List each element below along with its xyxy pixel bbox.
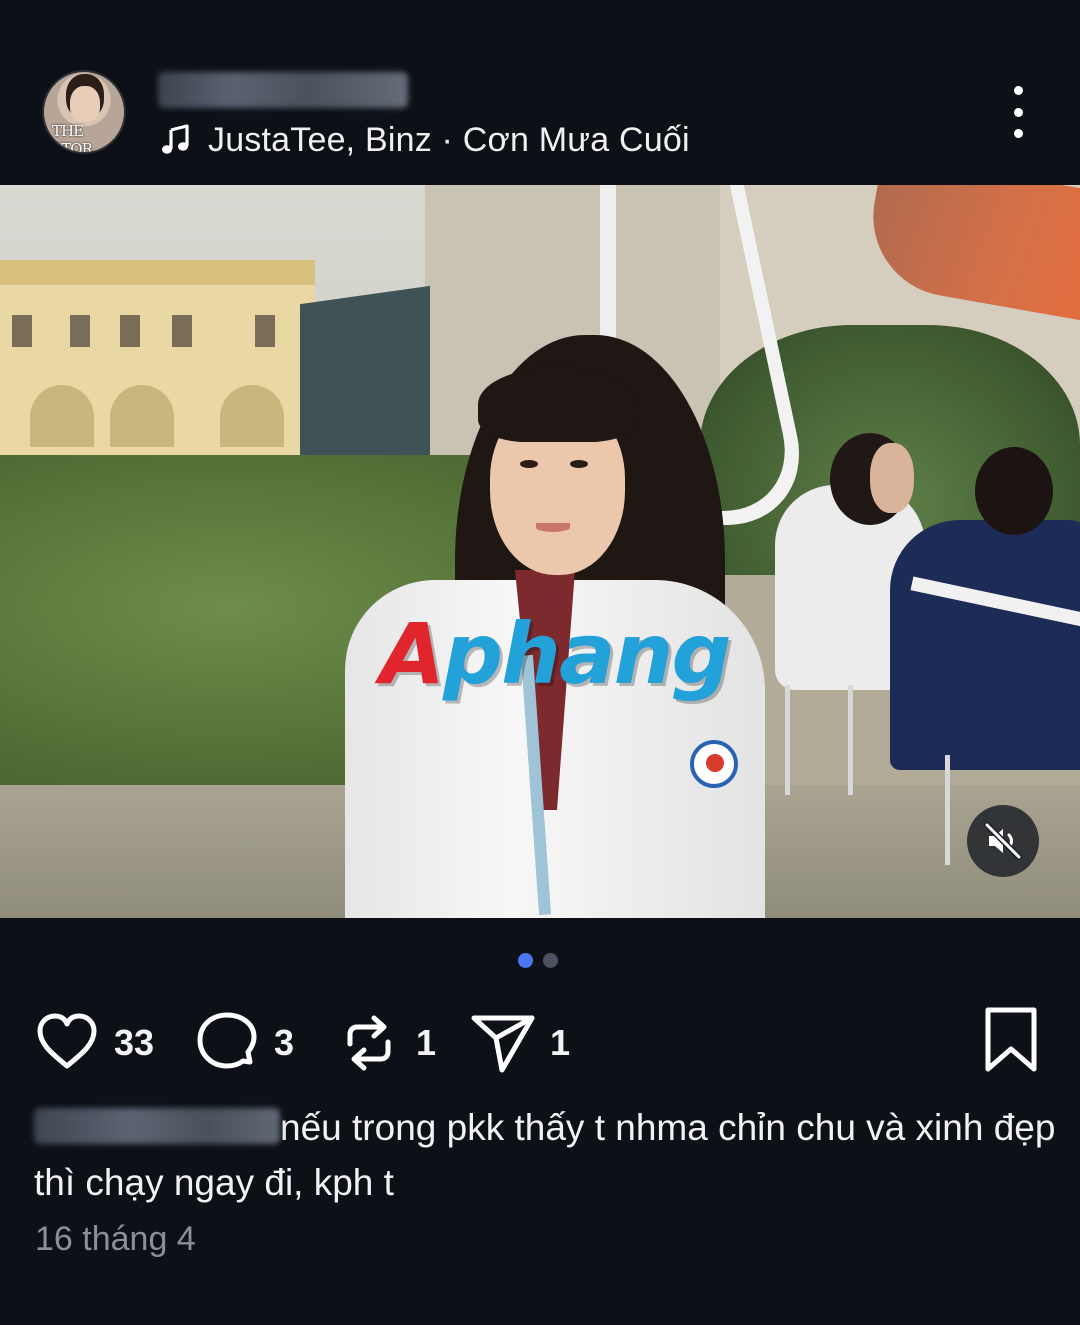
avatar-photo [70,86,100,122]
music-note-icon [162,124,189,154]
post-caption: tracyframesnếu trong pkk thấy t nhma chỉ… [34,1100,1064,1210]
avatar-caption: THE STOR [52,122,93,154]
carousel-dot-active [518,953,533,968]
avatar[interactable]: THE STOR [42,70,126,154]
bookmark-icon[interactable] [978,1005,1044,1075]
share-count: 1 [550,1021,571,1063]
heart-icon [37,1013,97,1068]
post-date: 16 tháng 4 [35,1220,196,1258]
comment-count: 3 [274,1021,295,1063]
action-bar: 33 3 1 1 [0,1005,1080,1080]
share-button[interactable]: 1 [470,1005,570,1080]
school-badge [690,740,738,788]
repost-count: 1 [416,1021,437,1063]
music-attribution[interactable]: JustaTee, Binz · Cơn Mưa Cuối [160,118,690,162]
like-count: 33 [114,1021,155,1063]
threads-post: THE STOR tracyframes JustaTee, Binz · Cơ… [0,0,1080,1325]
username-blurred[interactable]: tracyframes [158,72,408,108]
repost-icon [347,1015,391,1070]
post-photo[interactable]: Aphang [0,185,1080,918]
comment-button[interactable]: 3 [194,1005,294,1080]
send-icon [471,1015,535,1072]
mute-button[interactable] [967,805,1039,877]
carousel-dot [543,953,558,968]
repost-button[interactable]: 1 [336,1005,436,1080]
comment-icon [197,1012,257,1068]
carousel-indicator [518,953,558,968]
watermark: Aphang [380,605,732,703]
more-vertical-icon [1013,86,1023,95]
like-button[interactable]: 33 [34,1005,154,1080]
post-header: THE STOR tracyframes JustaTee, Binz · Cơ… [0,0,1080,185]
caption-username-blurred[interactable]: tracyframes [34,1108,280,1144]
speaker-muted-icon [984,822,1022,860]
music-title: JustaTee, Binz · Cơn Mưa Cuối [208,120,690,159]
more-options-button[interactable] [996,86,1040,138]
